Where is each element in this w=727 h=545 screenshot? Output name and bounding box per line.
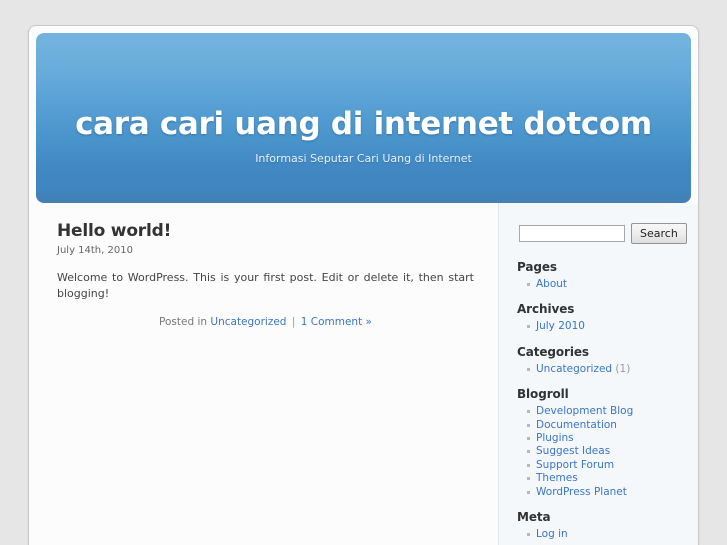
post-category-link[interactable]: Uncategorized [210, 316, 286, 328]
bullet-square-icon [527, 490, 530, 494]
sidebar-widget-title: Archives [517, 302, 575, 317]
sidebar-widget: Blogroll Development Blog Documentation Plu… [517, 387, 688, 499]
sidebar-link[interactable]: WordPress Planet [536, 486, 627, 498]
list-item: Log in [527, 528, 688, 541]
sidebar-link[interactable]: Support Forum [536, 459, 614, 471]
sidebar-widget-list: July 2010 [517, 320, 688, 333]
sidebar-widget: Meta Log in [517, 510, 688, 541]
bullet-square-icon [527, 463, 530, 467]
bullet-square-icon [527, 367, 530, 371]
post-meta-separator: | [291, 315, 296, 328]
sidebar-widget: Archives July 2010 [517, 302, 688, 333]
sidebar-widget: Pages About [517, 260, 688, 291]
bullet-square-icon [527, 533, 530, 537]
sidebar-widget: Categories Uncategorized (1) [517, 345, 688, 376]
bullet-square-icon [527, 423, 530, 427]
search-form: Search [519, 223, 688, 244]
list-item: Themes [527, 472, 688, 485]
sidebar-widget-title: Meta [517, 510, 551, 525]
post-title[interactable]: Hello world! [57, 221, 474, 241]
bullet-square-icon [527, 325, 530, 329]
list-item: WordPress Planet [527, 486, 688, 499]
list-item: Support Forum [527, 459, 688, 472]
site-header-banner: cara cari uang di internet dotcom Inform… [36, 33, 691, 203]
list-item: Uncategorized (1) [527, 363, 688, 376]
sidebar-link[interactable]: Plugins [536, 432, 574, 444]
list-item: July 2010 [527, 320, 688, 333]
sidebar-link[interactable]: Themes [536, 472, 578, 484]
sidebar-link[interactable]: July 2010 [536, 320, 585, 332]
bullet-square-icon [527, 437, 530, 441]
site-title[interactable]: cara cari uang di internet dotcom [36, 109, 691, 140]
sidebar-widget-container: Pages About Archives July 2010 Categories Unc… [517, 260, 688, 541]
sidebar-link[interactable]: Documentation [536, 419, 617, 431]
search-input[interactable] [519, 225, 625, 242]
sidebar: Search Pages About Archives July 2010 Catego… [498, 203, 698, 545]
content-column: Hello world! July 14th, 2010 Welcome to … [29, 203, 498, 545]
sidebar-link[interactable]: Suggest Ideas [536, 445, 610, 457]
post-article: Hello world! July 14th, 2010 Welcome to … [57, 221, 474, 328]
post-meta: Posted in Uncategorized | 1 Comment » [57, 316, 474, 328]
sidebar-widget-list: Log in [517, 528, 688, 541]
post-meta-prefix: Posted in [159, 315, 208, 328]
sidebar-widget-list: Uncategorized (1) [517, 363, 688, 376]
sidebar-link[interactable]: About [536, 278, 567, 290]
sidebar-item-count: (1) [612, 362, 631, 375]
list-item: About [527, 278, 688, 291]
search-button[interactable]: Search [631, 223, 687, 244]
bullet-square-icon [527, 410, 530, 414]
list-item: Plugins [527, 432, 688, 445]
bullet-square-icon [527, 477, 530, 481]
sidebar-link[interactable]: Development Blog [536, 405, 633, 417]
sidebar-widget-title: Blogroll [517, 387, 569, 402]
post-date: July 14th, 2010 [57, 245, 133, 256]
sidebar-link[interactable]: Uncategorized [536, 363, 612, 375]
sidebar-widget-list: Development Blog Documentation Plugins Sugg… [517, 405, 688, 499]
site-tagline: Informasi Seputar Cari Uang di Internet [255, 152, 472, 165]
post-body-text: Welcome to WordPress. This is your first… [57, 271, 474, 300]
sidebar-widget-title: Categories [517, 344, 589, 359]
list-item: Suggest Ideas [527, 445, 688, 458]
bullet-square-icon [527, 450, 530, 454]
sidebar-widget-list: About [517, 278, 688, 291]
sidebar-widget-title: Pages [517, 260, 557, 274]
list-item: Documentation [527, 419, 688, 432]
body-wrapper: Hello world! July 14th, 2010 Welcome to … [29, 203, 698, 545]
post-comments-link[interactable]: 1 Comment » [301, 316, 372, 328]
list-item: Development Blog [527, 405, 688, 418]
sidebar-link[interactable]: Log in [536, 528, 568, 540]
bullet-square-icon [527, 283, 530, 286]
